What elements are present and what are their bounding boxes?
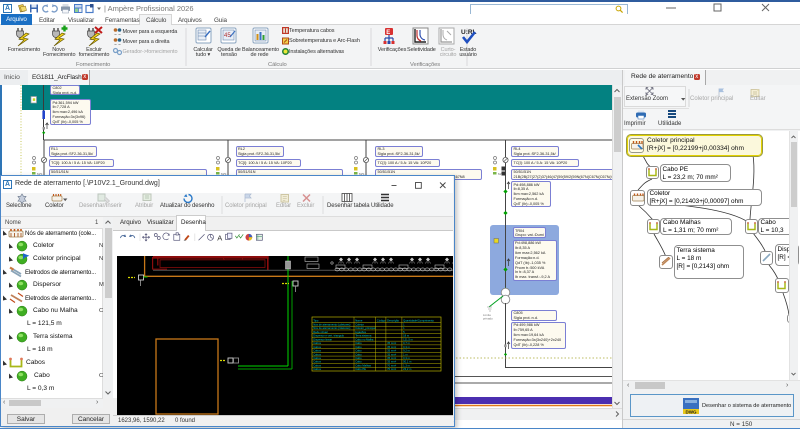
svg-text:Cabos: Cabos (313, 356, 321, 360)
svg-text:35 mm²: 35 mm² (387, 352, 396, 356)
svg-text:E: E (386, 30, 390, 36)
svg-text:DWG: DWG (686, 409, 697, 414)
svg-text:Rede virtual: Rede virtual (313, 330, 328, 334)
svg-text:Cabo PE: Cabo PE (355, 367, 366, 371)
svg-text:Cabo: Cabo (355, 356, 362, 360)
svg-text:Cabos: Cabos (313, 341, 321, 345)
svg-text:Cabo: Cabo (355, 345, 362, 349)
svg-text:35 mm²: 35 mm² (387, 360, 396, 364)
svg-text:Cabo: Cabo (355, 360, 362, 364)
svg-text:Terra sistema: Terra sistema (355, 334, 372, 338)
svg-text:Cabo: Cabo (355, 352, 362, 356)
svg-text:1,3 m: 1,3 m (403, 363, 410, 367)
svg-text:Coletor_principal: Coletor_principal (355, 326, 376, 330)
svg-text:5: 5 (403, 330, 405, 334)
svg-text:121,5 m: 121,5 m (403, 337, 413, 341)
svg-text:Cabo nu Malha: Cabo nu Malha (355, 337, 374, 341)
svg-text:privado: privado (483, 317, 493, 321)
svg-text:Cabos: Cabos (313, 367, 321, 371)
svg-text:9,2 m: 9,2 m (403, 349, 410, 353)
svg-text:Coletor: Coletor (355, 322, 364, 326)
svg-text:0,3 m: 0,3 m (403, 345, 410, 349)
svg-text:70 mm²: 70 mm² (387, 367, 396, 371)
svg-text:Cabos: Cabos (313, 352, 321, 356)
svg-text:Dispersor linear: Dispersor linear (313, 337, 332, 341)
svg-text:Tipo: Tipo (313, 318, 319, 322)
svg-text:1: 1 (403, 322, 405, 326)
svg-text:0,7 m: 0,7 m (403, 341, 410, 345)
svg-text:Cabos: Cabos (313, 360, 321, 364)
svg-text:A: A (217, 233, 222, 242)
svg-text:Cabo: Cabo (355, 349, 362, 353)
svg-text:1: 1 (403, 326, 405, 330)
svg-text:Código: Código (377, 318, 386, 322)
svg-text:Dispersor e vert. triangulo: Dispersor e vert. triangulo (313, 334, 344, 338)
svg-text:Nós de aterramento (coletores): Nós de aterramento (coletores) (313, 322, 350, 326)
svg-text:Quantidade/Comprimento: Quantidade/Comprimento (403, 318, 434, 322)
svg-text:0,3 m: 0,3 m (403, 356, 410, 360)
svg-text:23,2 m: 23,2 m (403, 367, 412, 371)
svg-text:Cabos: Cabos (313, 363, 321, 367)
svg-text:35 mm²: 35 mm² (387, 341, 396, 345)
svg-text:Cabos: Cabos (313, 345, 321, 349)
svg-text:70 mm²: 70 mm² (387, 363, 396, 367)
svg-text:Cabos: Cabos (313, 349, 321, 353)
svg-text:35 mm²: 35 mm² (387, 356, 396, 360)
svg-text:Ligações: Ligações (355, 330, 366, 334)
svg-text:Descrição: Descrição (387, 318, 399, 322)
svg-text:18 m: 18 m (403, 334, 410, 338)
svg-text:1 m: 1 m (403, 352, 408, 356)
svg-text:Cabo Malhas: Cabo Malhas (355, 363, 371, 367)
svg-text:35 mm²: 35 mm² (387, 345, 396, 349)
svg-text:35 mm²: 35 mm² (387, 349, 396, 353)
svg-text:Nós de aterramento (coletores): Nós de aterramento (coletores) (313, 326, 350, 330)
svg-text:Nome: Nome (355, 318, 363, 322)
svg-text:50,1 m: 50,1 m (403, 360, 412, 364)
svg-text:Cabo: Cabo (355, 341, 362, 345)
